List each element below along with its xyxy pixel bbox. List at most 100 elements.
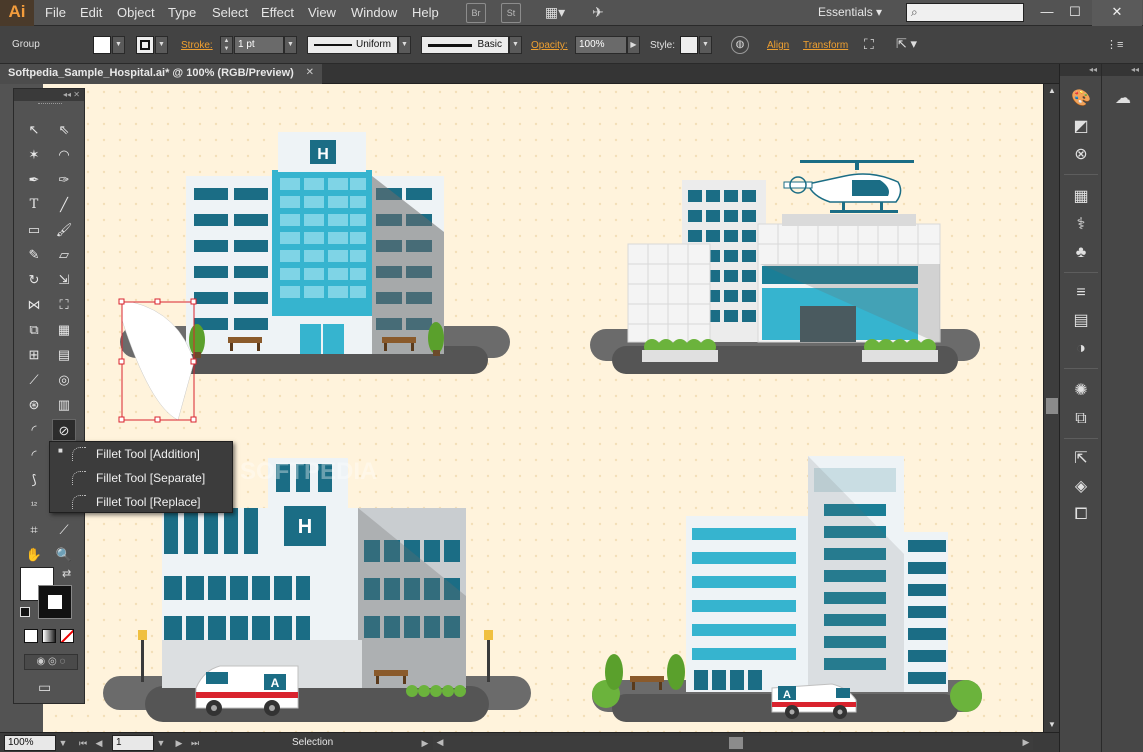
transform-link[interactable]: Transform	[803, 40, 848, 51]
status-text[interactable]: Selection	[292, 737, 333, 748]
style-dropdown[interactable]: ▼	[699, 36, 712, 54]
scroll-right-icon[interactable]: ▶	[1019, 734, 1033, 750]
screen-mode-icon[interactable]: ▭	[38, 679, 51, 696]
fillet-tool-addition-icon[interactable]: ◜	[22, 419, 46, 441]
menu-file[interactable]: File	[45, 5, 66, 20]
eyedropper-tool-icon[interactable]: ⟋	[22, 369, 46, 391]
menu-edit[interactable]: Edit	[80, 5, 102, 20]
previous-artboard-icon[interactable]: ◀	[92, 735, 106, 751]
layers-panel-icon[interactable]: ◈	[1070, 476, 1092, 498]
scroll-left-icon[interactable]: ◀	[433, 734, 447, 750]
menu-view[interactable]: View	[308, 5, 336, 20]
align-link[interactable]: Align	[767, 40, 789, 51]
fill-color-swatch[interactable]	[93, 36, 111, 54]
brush-definition[interactable]: Basic	[421, 36, 509, 54]
dock-collapse-header-2[interactable]: ◂◂	[1102, 64, 1143, 76]
stroke-dropdown-arrow[interactable]: ▼	[155, 36, 168, 54]
first-artboard-icon[interactable]: ⏮	[76, 735, 90, 751]
stroke-weight-stepper[interactable]: ▲ ▼	[220, 36, 233, 54]
close-tab-icon[interactable]: ✕	[306, 67, 314, 78]
fillet-tool-icon[interactable]: ◜	[22, 444, 46, 466]
last-artboard-icon[interactable]: ⏭	[188, 735, 202, 751]
type-tool-icon[interactable]: T	[22, 194, 46, 216]
swatches-panel-icon[interactable]: ▦	[1070, 186, 1092, 208]
zoom-tool-icon[interactable]: 🔍	[52, 544, 76, 566]
symbol-sprayer-tool-icon[interactable]: ⊛	[22, 394, 46, 416]
default-fill-stroke-icon[interactable]	[20, 607, 30, 617]
eraser-tool-icon[interactable]: ▱	[52, 244, 76, 266]
curvature-tool-icon[interactable]: ✑	[52, 169, 76, 191]
lasso-tool-icon[interactable]: ◠	[52, 144, 76, 166]
graphic-style-swatch[interactable]	[680, 36, 698, 54]
selection-tool-icon[interactable]: ↖	[22, 119, 46, 141]
opacity-label[interactable]: Opacity:	[531, 40, 568, 51]
paintbrush-tool-icon[interactable]: 🖌	[52, 219, 76, 241]
menu-window[interactable]: Window	[351, 5, 397, 20]
direct-selection-tool-icon[interactable]: ⇖	[52, 119, 76, 141]
menu-select[interactable]: Select	[212, 5, 248, 20]
none-mode-icon[interactable]	[60, 629, 74, 643]
scale-tool-icon[interactable]: ⇲	[52, 269, 76, 291]
warp-tool-icon[interactable]: ⟆	[22, 469, 46, 491]
stroke-swatch[interactable]	[38, 585, 72, 619]
bridge-icon[interactable]: Br	[466, 3, 486, 23]
color-mode-icon[interactable]	[24, 629, 38, 643]
status-menu-icon[interactable]: ▶	[418, 735, 432, 751]
stroke-panel-icon[interactable]: ≡	[1070, 282, 1092, 304]
recolor-artwork-icon[interactable]: ◍	[731, 36, 749, 54]
blend-tool-icon[interactable]: ◎	[52, 369, 76, 391]
control-panel-menu-icon[interactable]: ⋮≡	[1106, 38, 1123, 51]
opacity-dropdown[interactable]: ▶	[627, 36, 640, 54]
gradient-mode-icon[interactable]	[42, 629, 56, 643]
fillet-addition-option[interactable]: ■ Fillet Tool [Addition]	[50, 442, 234, 466]
column-graph-tool-icon[interactable]: ▥	[52, 394, 76, 416]
fillet-number-tool-icon[interactable]: ¹²	[22, 494, 46, 516]
dock-collapse-header[interactable]: ◂◂	[1060, 64, 1101, 76]
artboard-dropdown-icon[interactable]: ▼	[154, 735, 168, 751]
color-guide-icon[interactable]: ◩	[1070, 116, 1092, 138]
stroke-weight-field[interactable]: 1 pt	[234, 36, 284, 54]
menu-help[interactable]: Help	[412, 5, 439, 20]
isolate-group-icon[interactable]: ⛶	[864, 36, 874, 53]
menu-effect[interactable]: Effect	[261, 5, 294, 20]
scroll-up-icon[interactable]: ▲	[1044, 84, 1060, 98]
export-icon[interactable]: ⇱	[1070, 448, 1092, 470]
minimize-button[interactable]: —	[1034, 0, 1060, 26]
scroll-down-icon[interactable]: ▼	[1044, 718, 1060, 732]
stroke-color-swatch[interactable]	[136, 36, 154, 54]
maximize-button[interactable]: ☐	[1062, 0, 1088, 26]
appearance-panel-icon[interactable]: ✺	[1070, 380, 1092, 402]
shape-builder-tool-icon[interactable]: ⧉	[22, 319, 46, 341]
slice-tool-icon[interactable]: ⟋	[52, 519, 76, 541]
arrange-documents-icon[interactable]: ▦▾	[540, 3, 570, 23]
rectangle-tool-icon[interactable]: ▭	[22, 219, 46, 241]
artboard[interactable]: H H A A SOFTPEDIA	[0, 84, 1043, 732]
fillet-tool-active-icon[interactable]: ⊘	[52, 419, 76, 441]
fillet-replace-option[interactable]: Fillet Tool [Replace]	[50, 490, 234, 514]
gradient-tool-icon[interactable]: ▤	[52, 344, 76, 366]
horizontal-scroll-thumb[interactable]	[729, 737, 743, 749]
tools-panel-header[interactable]: ◂◂ ✕	[14, 89, 84, 101]
menu-type[interactable]: Type	[168, 5, 196, 20]
variable-width-profile[interactable]: Uniform	[307, 36, 398, 54]
stroke-label[interactable]: Stroke:	[181, 40, 213, 51]
magic-wand-tool-icon[interactable]: ✶	[22, 144, 46, 166]
profile-dropdown[interactable]: ▼	[398, 36, 411, 54]
mesh-tool-icon[interactable]: ⊞	[22, 344, 46, 366]
color-panel-icon[interactable]: 🎨	[1070, 88, 1092, 110]
zoom-dropdown-icon[interactable]: ▼	[56, 735, 70, 751]
line-segment-tool-icon[interactable]: ╱	[52, 194, 76, 216]
horizontal-scrollbar[interactable]: ◀ ▶	[433, 736, 1033, 750]
vertical-scrollbar[interactable]: ▲ ▼	[1043, 84, 1059, 732]
artboard-number-field[interactable]: 1	[112, 735, 154, 751]
perspective-grid-tool-icon[interactable]: ▦	[52, 319, 76, 341]
pen-tool-icon[interactable]: ✒	[22, 169, 46, 191]
graphic-styles-panel-icon[interactable]: ⧉	[1070, 408, 1092, 430]
close-button[interactable]: ✕	[1092, 0, 1142, 26]
draw-modes-icon[interactable]: ◉ ◎ ◌	[24, 654, 78, 670]
panel-grip-icon[interactable]	[38, 103, 62, 105]
stroke-weight-dropdown[interactable]: ▼	[284, 36, 297, 54]
document-tab[interactable]: Softpedia_Sample_Hospital.ai* @ 100% (RG…	[0, 64, 322, 84]
menu-object[interactable]: Object	[117, 5, 155, 20]
vertical-scroll-thumb[interactable]	[1046, 398, 1058, 414]
